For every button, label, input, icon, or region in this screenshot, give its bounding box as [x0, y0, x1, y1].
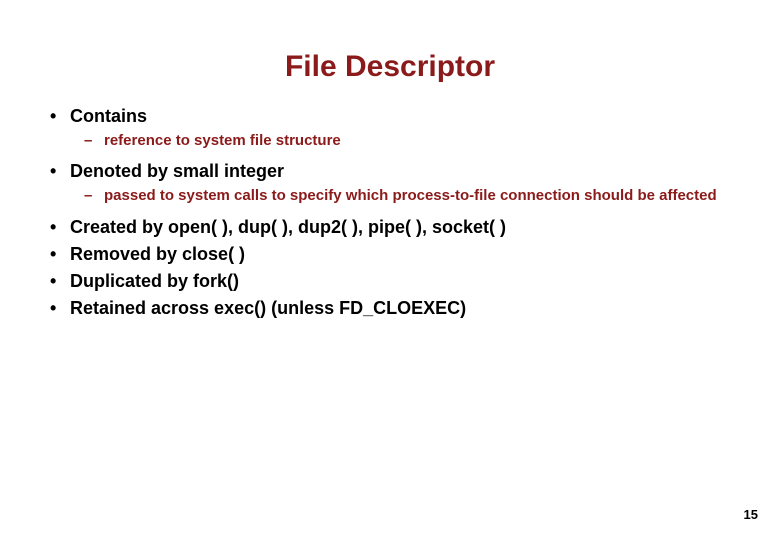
bullet-label: Denoted by small integer — [70, 161, 284, 181]
fd-cloexec-const: FD_CLOEXEC — [339, 298, 460, 318]
sub-list: passed to system calls to specify which … — [70, 186, 740, 206]
bullet-label-pre: Retained across exec() (unless — [70, 298, 339, 318]
page-number: 15 — [744, 507, 758, 522]
bullet-label: Removed by close( ) — [70, 244, 245, 264]
bullet-label: Created by open( ), dup( ), dup2( ), pip… — [70, 217, 506, 237]
bullet-contains: Contains reference to system file struct… — [40, 106, 740, 151]
bullet-duplicated: Duplicated by fork() — [40, 271, 740, 292]
sub-item: reference to system file structure — [70, 131, 740, 151]
bullet-label: Duplicated by fork() — [70, 271, 239, 291]
sub-item: passed to system calls to specify which … — [70, 186, 740, 206]
bullet-retained: Retained across exec() (unless FD_CLOEXE… — [40, 298, 740, 319]
bullet-list: Contains reference to system file struct… — [40, 106, 740, 319]
bullet-denoted: Denoted by small integer passed to syste… — [40, 161, 740, 206]
bullet-removed: Removed by close( ) — [40, 244, 740, 265]
slide-title: File Descriptor — [40, 50, 740, 84]
bullet-created: Created by open( ), dup( ), dup2( ), pip… — [40, 217, 740, 238]
bullet-label-post: ) — [460, 298, 466, 318]
bullet-label: Contains — [70, 106, 147, 126]
sub-list: reference to system file structure — [70, 131, 740, 151]
